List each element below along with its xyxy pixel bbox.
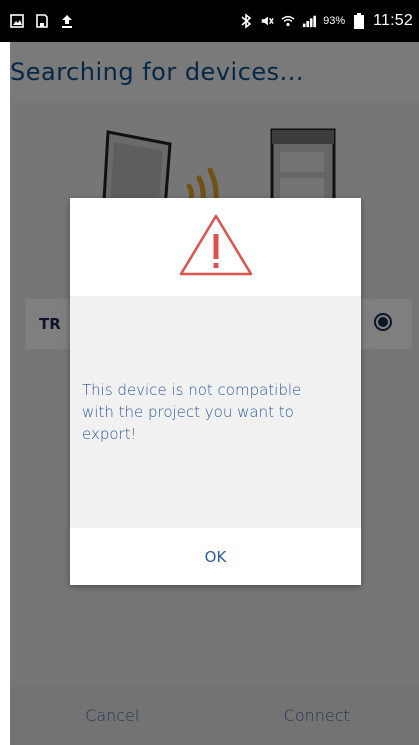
upload-icon [60, 14, 74, 28]
warning-triangle-icon [178, 212, 254, 282]
image-icon [10, 14, 24, 28]
bluetooth-icon [239, 13, 253, 29]
status-right-icons: 93% 11:52 [239, 12, 419, 30]
signal-icon [302, 14, 317, 28]
dialog-message: This device is not compatible with the p… [82, 381, 302, 443]
dialog-header [70, 198, 361, 296]
dialog-body: This device is not compatible with the p… [70, 296, 361, 528]
mute-icon [260, 14, 274, 28]
status-left-icons [0, 14, 74, 28]
status-time: 11:52 [373, 12, 413, 29]
status-bar: 93% 11:52 [0, 0, 419, 42]
battery-icon [352, 13, 366, 29]
battery-percent: 93% [323, 15, 346, 27]
wifi-icon [281, 14, 295, 28]
incompatible-device-dialog: This device is not compatible with the p… [70, 198, 361, 585]
save-icon [35, 14, 49, 28]
ok-button[interactable]: OK [70, 528, 361, 585]
